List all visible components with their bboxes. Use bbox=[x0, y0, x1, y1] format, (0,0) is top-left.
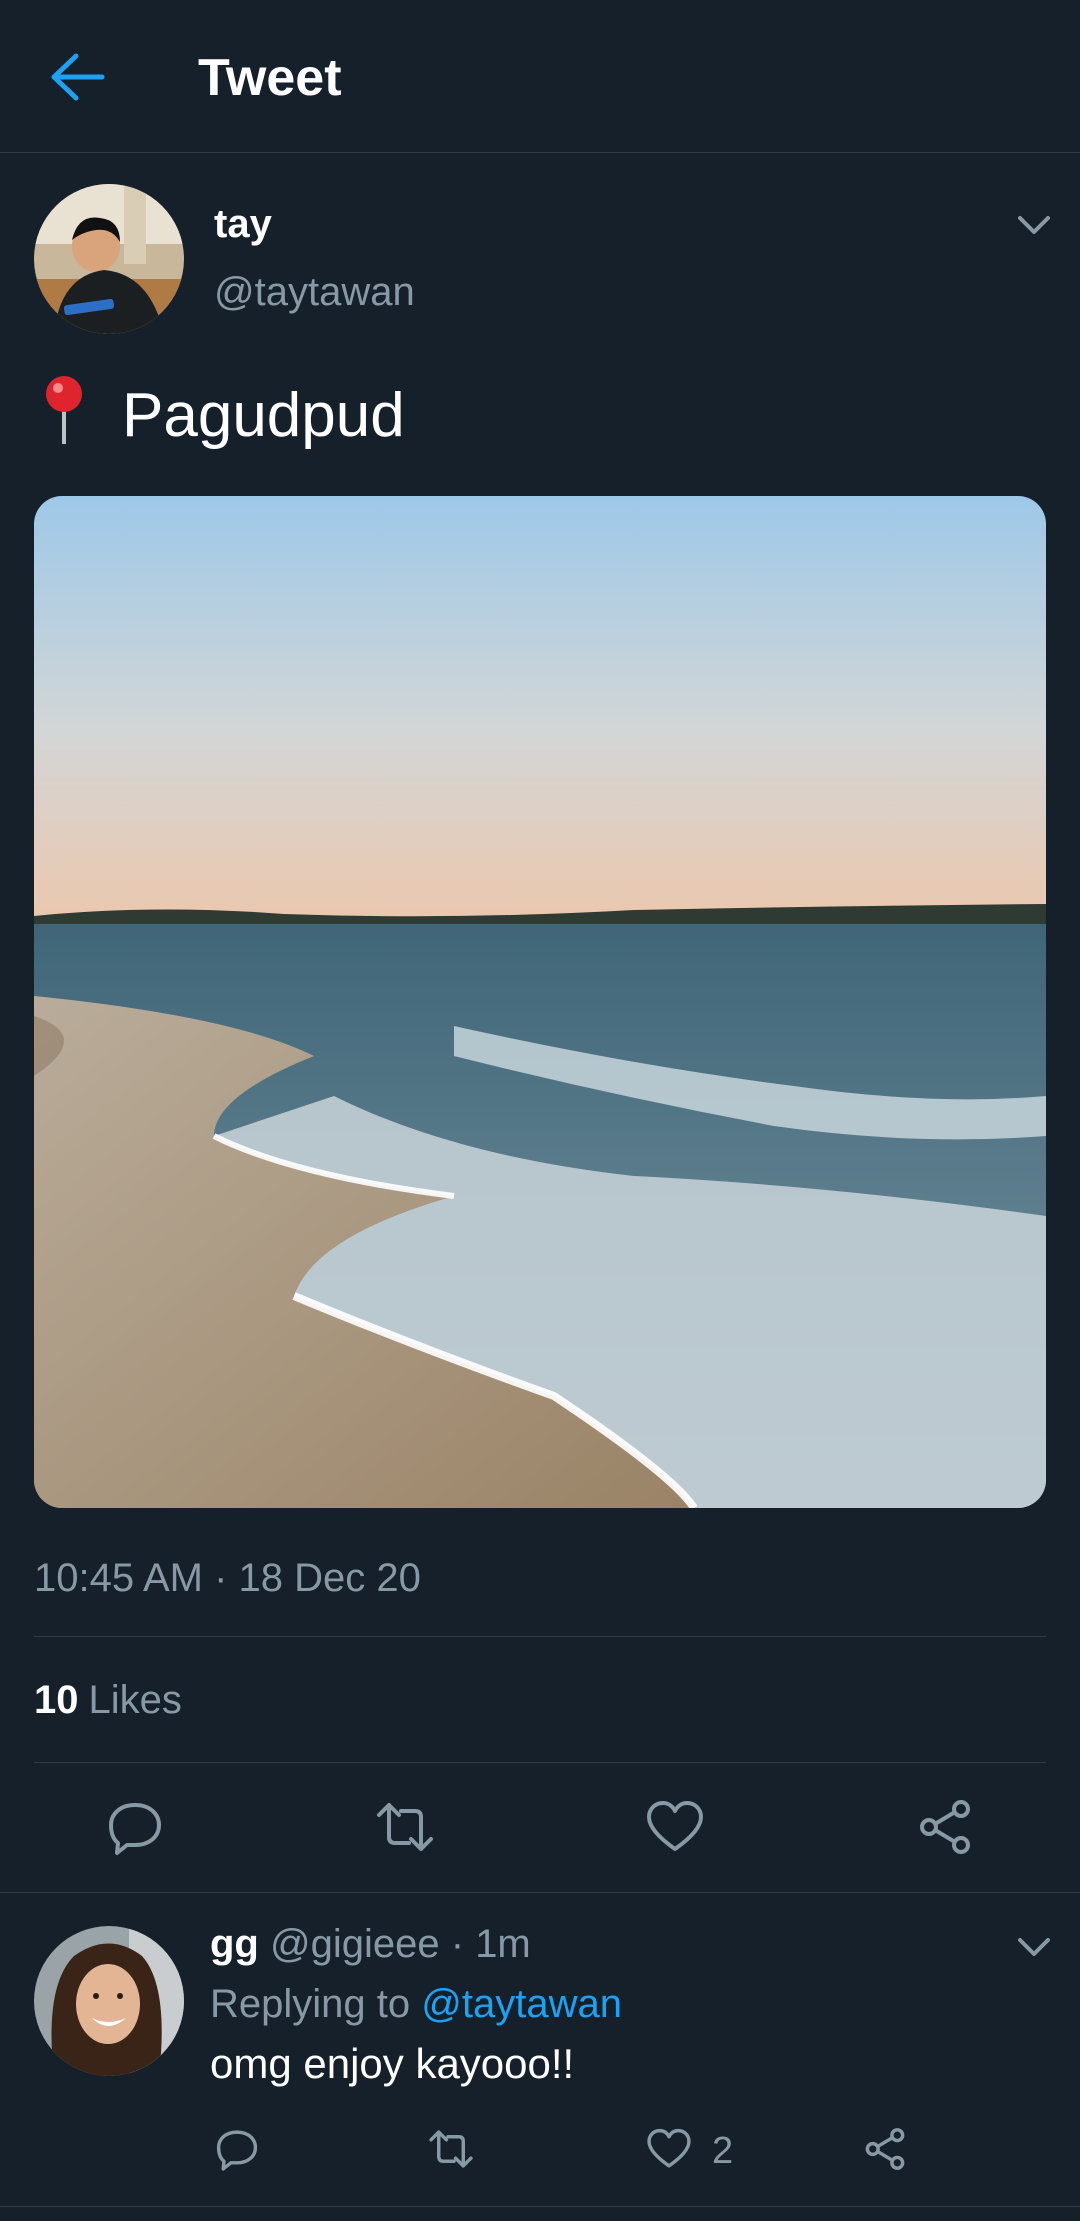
author-handle[interactable]: @taytawan bbox=[214, 270, 415, 315]
replying-to-prefix: Replying to bbox=[210, 1982, 411, 2026]
page-title: Tweet bbox=[198, 49, 342, 107]
back-arrow-icon[interactable] bbox=[50, 52, 106, 102]
divider bbox=[34, 1636, 1046, 1637]
round-pushpin-icon bbox=[34, 374, 94, 446]
tweet-text-content: Pagudpud bbox=[122, 381, 405, 450]
divider bbox=[34, 1762, 1046, 1763]
reply-icon[interactable] bbox=[214, 2126, 260, 2172]
reply-like-count: 2 bbox=[712, 2130, 734, 2172]
tweet-photo[interactable] bbox=[34, 496, 1046, 1508]
tweet-text: Pagudpud bbox=[34, 374, 405, 451]
divider bbox=[0, 1892, 1080, 1893]
chevron-down-icon[interactable] bbox=[1014, 210, 1054, 240]
share-icon[interactable] bbox=[915, 1797, 975, 1857]
retweet-icon[interactable] bbox=[375, 1797, 435, 1857]
author-name[interactable]: tay bbox=[214, 202, 272, 247]
share-icon[interactable] bbox=[862, 2126, 908, 2172]
reply-author-avatar[interactable] bbox=[34, 1926, 184, 2076]
chevron-down-icon[interactable] bbox=[1014, 1932, 1054, 1962]
replying-to-line: Replying to @taytawan bbox=[210, 1982, 622, 2027]
heart-icon[interactable] bbox=[646, 2126, 692, 2172]
retweet-icon[interactable] bbox=[428, 2126, 474, 2172]
likes-count: 10 bbox=[34, 1678, 79, 1722]
reply-icon[interactable] bbox=[105, 1797, 165, 1857]
likes-summary[interactable]: 10 Likes bbox=[34, 1678, 182, 1723]
divider bbox=[0, 2206, 1080, 2207]
reply-header: gg @gigieee · 1m bbox=[210, 1922, 531, 1967]
reply-author-handle[interactable]: @gigieee bbox=[270, 1922, 440, 1966]
reply-separator: · bbox=[450, 1922, 465, 1966]
tweet-timestamp: 10:45 AM · 18 Dec 20 bbox=[34, 1556, 421, 1600]
likes-label: Likes bbox=[88, 1678, 182, 1722]
heart-icon[interactable] bbox=[645, 1797, 705, 1857]
author-avatar[interactable] bbox=[34, 184, 184, 334]
replying-to-mention[interactable]: @taytawan bbox=[421, 1982, 622, 2026]
reply-author-name[interactable]: gg bbox=[210, 1922, 259, 1966]
reply-time: 1m bbox=[475, 1922, 531, 1966]
top-app-bar: Tweet bbox=[0, 0, 1080, 153]
reply-text: omg enjoy kayooo!! bbox=[210, 2040, 575, 2087]
